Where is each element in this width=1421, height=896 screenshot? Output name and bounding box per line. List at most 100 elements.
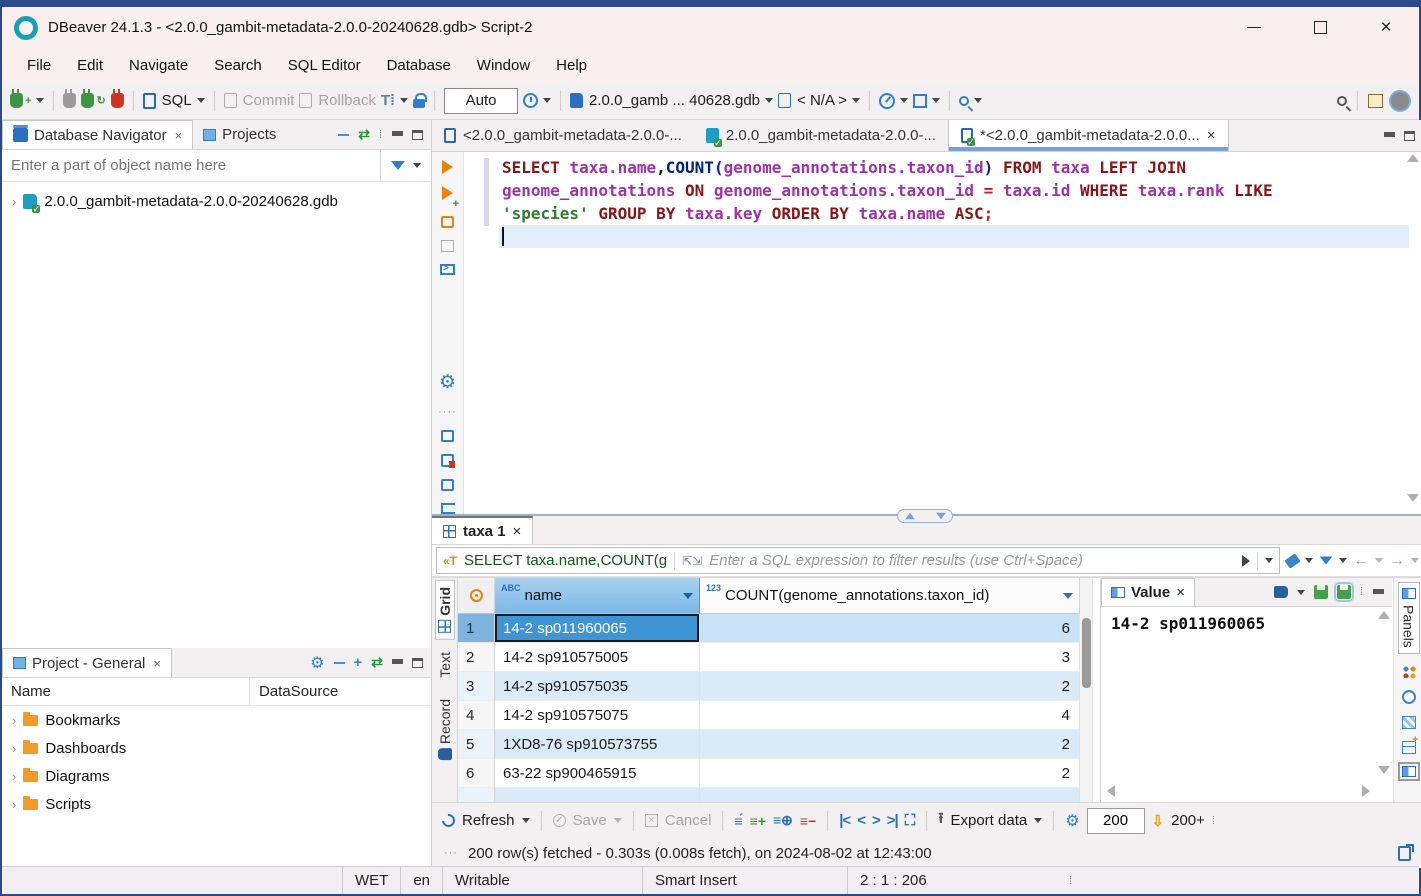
filter-box[interactable]: «T SELECT taxa.name,COUNT(g ⇱⇲ Enter a S…	[436, 547, 1280, 574]
maximize-view-icon[interactable]	[412, 658, 423, 668]
filters-icon[interactable]	[1320, 556, 1333, 564]
expand-all-icon[interactable]: +	[354, 654, 363, 671]
maximize-view-icon[interactable]	[1404, 131, 1415, 141]
value-format-icon[interactable]	[1274, 586, 1288, 598]
filter-dropdown[interactable]	[413, 163, 421, 168]
duplicate-row-icon[interactable]: ≡⊕	[773, 812, 793, 829]
splitter-collapse-control[interactable]	[897, 509, 953, 523]
transaction-log-icon[interactable]: T⁞	[381, 92, 395, 109]
name-cell[interactable]: 14-2 sp910575005	[495, 643, 700, 672]
collapse-all-icon[interactable]	[334, 662, 345, 664]
menu-file[interactable]: File	[14, 52, 64, 79]
copy-status-icon[interactable]	[1398, 846, 1411, 861]
link-editor-icon[interactable]: ⇄	[358, 126, 370, 143]
table-row[interactable]: 51XD8-76 sp9105737552	[458, 730, 1080, 759]
go-to-row-icon[interactable]: ⛶	[905, 812, 916, 829]
results-grid[interactable]: ABC name 123 COUNT(genome_annotations.ta…	[458, 578, 1080, 802]
menu-search[interactable]: Search	[201, 52, 275, 79]
new-connection-dropdown[interactable]	[36, 98, 44, 103]
sort-dropdown-icon[interactable]	[683, 593, 693, 599]
execute-statement-icon[interactable]	[442, 160, 453, 174]
metadata-panel-icon[interactable]	[1402, 690, 1416, 704]
object-filter-input[interactable]	[2, 150, 381, 181]
view-menu-icon[interactable]: ⁞	[379, 129, 383, 141]
fetch-settings-gear-icon[interactable]: ⚙	[1065, 811, 1079, 831]
scroll-down-icon[interactable]	[1407, 494, 1419, 502]
back-icon[interactable]: ←	[1353, 552, 1369, 570]
expand-caret-icon[interactable]: ›	[12, 713, 16, 728]
disconnect-icon[interactable]	[111, 93, 124, 108]
datasource-dropdown[interactable]	[765, 98, 773, 103]
fetch-more-icon[interactable]: ⇩	[1152, 812, 1165, 830]
close-tab-icon[interactable]: ×	[513, 523, 522, 540]
column-header-datasource[interactable]: DataSource	[250, 683, 338, 700]
name-cell[interactable]: 1XD8-76 sp910573755	[495, 730, 700, 759]
status-overflow-icon[interactable]: ⁞	[1057, 867, 1085, 894]
maximize-button[interactable]	[1287, 7, 1353, 48]
menu-help[interactable]: Help	[543, 52, 600, 79]
minimize-view-icon[interactable]	[392, 131, 403, 138]
close-button[interactable]: ×	[1353, 7, 1419, 48]
editor-tab[interactable]: <2.0.0_gambit-metadata-2.0.0-...	[432, 120, 694, 151]
history-icon[interactable]	[523, 93, 538, 108]
scroll-up-icon[interactable]	[1407, 154, 1419, 162]
grid-scrollbar-thumb[interactable]	[1082, 618, 1091, 688]
delete-row-icon[interactable]: ≡−	[800, 813, 816, 829]
execute-script-icon[interactable]	[441, 216, 454, 228]
editor-tab[interactable]: *<2.0.0_gambit-metadata-2.0.0...×	[948, 120, 1229, 151]
menu-database[interactable]: Database	[374, 52, 464, 79]
tab-project-general[interactable]: Project - General ×	[2, 648, 172, 677]
back-dropdown[interactable]	[1375, 558, 1383, 563]
previous-row-icon[interactable]: <	[857, 812, 865, 829]
expand-caret-icon[interactable]: ›	[12, 741, 16, 756]
schema-selector[interactable]: < N/A >	[778, 92, 847, 109]
commit-mode-select[interactable]: Auto	[444, 88, 518, 114]
table-row[interactable]: 214-2 sp9105750053	[458, 643, 1080, 672]
dashboard-icon[interactable]	[879, 93, 895, 109]
settings-gear-icon[interactable]: ⚙	[310, 653, 324, 673]
open-file-icon[interactable]	[441, 430, 454, 442]
scroll-right-icon[interactable]	[1362, 785, 1370, 797]
value-scrollbar-horizontal[interactable]	[1101, 782, 1376, 800]
name-cell[interactable]: 14-2 sp910575075	[495, 701, 700, 730]
explain-plan-icon[interactable]	[441, 240, 454, 252]
close-tab-icon[interactable]: ×	[153, 656, 161, 671]
datasource-selector[interactable]: 2.0.0_gamb ... 40628.gdb	[570, 92, 760, 109]
column-header-count[interactable]: 123 COUNT(genome_annotations.taxon_id)	[700, 578, 1080, 614]
menu-navigate[interactable]: Navigate	[116, 52, 201, 79]
sql-code[interactable]: SELECT taxa.name,COUNT(genome_annotation…	[502, 156, 1383, 225]
edit-row-icon[interactable]: ≡́	[734, 813, 742, 829]
schema-dropdown[interactable]	[852, 98, 860, 103]
save-dropdown[interactable]	[614, 818, 622, 823]
connect-icon[interactable]	[63, 93, 76, 108]
save-label[interactable]: Save	[573, 812, 607, 829]
tab-database-navigator[interactable]: Database Navigator ×	[2, 120, 193, 149]
clear-filter-dropdown[interactable]	[1305, 558, 1313, 563]
auto-save-value-icon[interactable]	[1337, 585, 1351, 599]
grid-scrollbar[interactable]	[1080, 578, 1093, 802]
history-dropdown[interactable]	[543, 98, 551, 103]
panels-button[interactable]: Panels	[1398, 582, 1420, 654]
refresh-label[interactable]: Refresh	[462, 812, 515, 829]
minimize-button[interactable]	[1221, 7, 1287, 48]
transaction-dropdown[interactable]	[400, 98, 408, 103]
first-row-icon[interactable]: |<	[839, 812, 850, 829]
export-data-button[interactable]: Export data	[950, 812, 1027, 829]
sql-console-icon[interactable]	[440, 264, 455, 275]
perspective-icon[interactable]	[1368, 94, 1383, 108]
minimize-view-icon[interactable]	[1384, 132, 1395, 139]
lock-icon[interactable]	[413, 99, 425, 108]
value-content[interactable]: 14-2 sp011960065	[1101, 607, 1376, 778]
data-search-icon[interactable]	[959, 96, 969, 106]
maximize-view-icon[interactable]	[412, 130, 423, 140]
row-number-cell[interactable]: 3	[458, 672, 495, 701]
expand-caret-icon[interactable]: ›	[12, 797, 16, 812]
timezone-indicator[interactable]: WET	[342, 867, 400, 894]
scroll-left-icon[interactable]	[1107, 785, 1115, 797]
project-item-scripts[interactable]: ›Scripts	[2, 790, 431, 818]
data-search-dropdown[interactable]	[974, 98, 982, 103]
value-format-dropdown[interactable]	[1297, 590, 1305, 595]
search-icon[interactable]	[1337, 96, 1347, 106]
count-cell[interactable]: 4	[700, 701, 1080, 730]
commit-button[interactable]: Commit	[224, 92, 295, 109]
